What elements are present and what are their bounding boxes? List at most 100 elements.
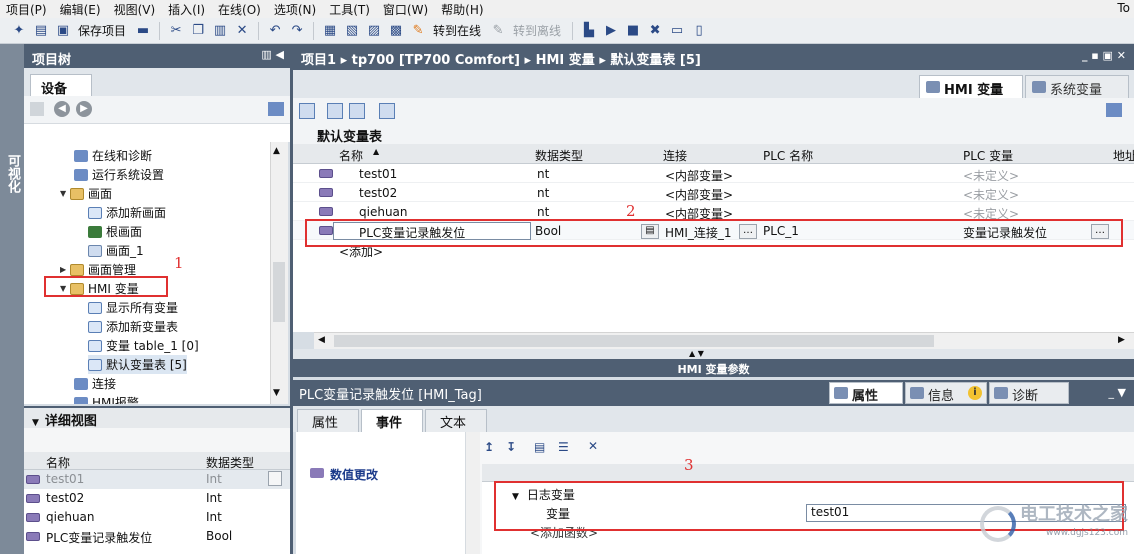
column-address[interactable]: 地址 <box>1113 147 1134 164</box>
tree-item-hmi-alarms[interactable]: HMI报警 <box>74 393 139 404</box>
tree-item-screen-1[interactable]: 画面_1 <box>88 241 144 260</box>
cross-reference-icon[interactable]: ✖ <box>646 22 664 40</box>
properties-icon[interactable] <box>268 471 282 486</box>
insert-function-icon[interactable]: ▤ <box>534 440 545 454</box>
compile-icon[interactable]: ▦ <box>321 22 339 40</box>
window-controls-icon[interactable]: _ ▼ <box>1109 386 1126 399</box>
scroll-left-icon[interactable]: ◀ <box>318 335 325 345</box>
window-controls-icon[interactable]: _ ▪ ▣ ✕ <box>1082 49 1126 62</box>
tree-item-runtime-settings[interactable]: 运行系统设置 <box>74 165 164 184</box>
menu-view[interactable]: 视图(V) <box>114 1 156 18</box>
back-icon[interactable]: ◀ <box>54 101 70 117</box>
collapse-arrow-icon[interactable]: ▼ <box>60 284 70 293</box>
split-vertical-icon[interactable]: ▯ <box>690 22 708 40</box>
simulate-icon[interactable]: ▩ <box>387 22 405 40</box>
download-icon[interactable]: ▧ <box>343 22 361 40</box>
add-item-icon[interactable] <box>30 102 44 116</box>
tab-properties[interactable]: 属性 <box>829 382 903 404</box>
menu-project[interactable]: 项目(P) <box>6 1 47 18</box>
expand-arrow-icon[interactable]: ▶ <box>60 265 70 274</box>
undo-icon[interactable]: ↶ <box>266 22 284 40</box>
tree-item-default-tag-table[interactable]: 默认变量表 [5] <box>88 355 187 374</box>
breadcrumb-project[interactable]: 项目1 <box>301 53 336 68</box>
save-project-button[interactable]: 保存项目 <box>78 22 126 39</box>
column-name[interactable]: 名称 <box>339 147 363 164</box>
menu-edit[interactable]: 编辑(E) <box>60 1 101 18</box>
table-row[interactable]: test02 nt <内部变量> <未定义> <box>293 183 1134 202</box>
menu-window[interactable]: 窗口(W) <box>383 1 428 18</box>
save-icon[interactable]: ▣ <box>54 22 72 40</box>
scroll-up-icon[interactable]: ▲ <box>273 146 280 156</box>
menu-options[interactable]: 选项(N) <box>274 1 316 18</box>
move-up-icon[interactable]: ↥ <box>484 440 494 454</box>
subtab-texts[interactable]: 文本 <box>425 409 487 432</box>
import-icon[interactable] <box>349 103 365 119</box>
add-row[interactable]: <添加> <box>293 240 1134 259</box>
column-name[interactable]: 名称 <box>46 454 70 471</box>
redo-icon[interactable]: ↷ <box>288 22 306 40</box>
breadcrumb-tag-table[interactable]: 默认变量表 [5] <box>610 53 700 68</box>
tab-diagnostics[interactable]: 诊断 <box>989 382 1069 404</box>
start-cpu-icon[interactable]: ▶ <box>602 22 620 40</box>
export-icon[interactable] <box>327 103 343 119</box>
go-offline-icon[interactable]: ✎ <box>489 22 507 40</box>
stop-cpu-icon[interactable]: ■ <box>624 22 642 40</box>
scroll-thumb[interactable] <box>334 335 934 347</box>
function-list-icon[interactable]: ☰ <box>558 440 569 454</box>
menu-insert[interactable]: 插入(I) <box>168 1 205 18</box>
list-item[interactable]: test02 Int <box>24 489 290 508</box>
open-project-icon[interactable]: ▤ <box>32 22 50 40</box>
column-plc-tag[interactable]: PLC 变量 <box>963 147 1013 164</box>
sort-ascending-icon[interactable]: ▲ <box>373 147 379 156</box>
print-icon[interactable]: ▬ <box>134 22 152 40</box>
tree-item-add-tag-table[interactable]: 添加新变量表 <box>88 317 178 336</box>
table-horizontal-scrollbar[interactable]: ◀ ▶ <box>314 332 1134 349</box>
tab-hmi-tags[interactable]: HMI 变量 <box>919 75 1023 98</box>
add-tag-icon[interactable] <box>299 103 315 119</box>
breadcrumb-hmi-tags[interactable]: HMI 变量 <box>536 53 595 68</box>
tree-item-root-screen[interactable]: 根画面 <box>88 222 142 241</box>
event-value-change[interactable]: 数值更改 <box>310 466 378 483</box>
subtab-properties[interactable]: 属性 <box>297 409 359 432</box>
tree-item-hmi-tags[interactable]: ▼ HMI 变量 <box>60 279 139 298</box>
detail-view-header[interactable]: ▼ 详细视图 <box>24 406 290 429</box>
tree-item-tag-table-1[interactable]: 变量 table_1 [0] <box>88 336 199 355</box>
tree-scrollbar[interactable]: ▲ ▼ <box>270 142 288 404</box>
accessible-devices-icon[interactable]: ▙ <box>580 22 598 40</box>
plc-tag-browse-button[interactable]: … <box>1091 224 1109 239</box>
move-down-icon[interactable]: ↧ <box>506 440 516 454</box>
collapse-arrow-icon[interactable]: ▼ <box>60 189 70 198</box>
scroll-right-icon[interactable]: ▶ <box>1118 335 1125 345</box>
column-data-type[interactable]: 数据类型 <box>535 147 583 164</box>
list-item[interactable]: qiehuan Int <box>24 508 290 527</box>
tab-devices[interactable]: 设备 <box>30 74 92 97</box>
tree-item-screens[interactable]: ▼ 画面 <box>60 184 112 203</box>
table-row[interactable]: test01 nt <内部变量> <未定义> <box>293 164 1134 183</box>
tree-item-connections[interactable]: 连接 <box>74 374 116 393</box>
delete-icon[interactable]: ✕ <box>233 22 251 40</box>
column-plc-name[interactable]: PLC 名称 <box>763 147 813 164</box>
split-horizontal-icon[interactable]: ▭ <box>668 22 686 40</box>
menu-help[interactable]: 帮助(H) <box>441 1 483 18</box>
tree-item-online-diagnostics[interactable]: 在线和诊断 <box>74 146 152 165</box>
collapse-panel-icon[interactable]: ▥ ◀ <box>261 48 284 61</box>
tag-parameters-label[interactable]: HMI 变量参数 <box>293 359 1134 377</box>
upload-icon[interactable]: ▨ <box>365 22 383 40</box>
event-list-scrollbar[interactable] <box>466 432 480 554</box>
tree-view-icon[interactable] <box>268 102 284 116</box>
menu-tools[interactable]: 工具(T) <box>329 1 370 18</box>
collapse-arrow-icon[interactable]: ▼ <box>512 492 519 502</box>
list-item[interactable]: PLC变量记录触发位 Bool <box>24 527 290 546</box>
column-connection[interactable]: 连接 <box>663 147 687 164</box>
list-item[interactable]: test01 Int <box>24 470 290 489</box>
tab-info[interactable]: 信息 i <box>905 382 987 404</box>
copy-icon[interactable]: ❐ <box>189 22 207 40</box>
menu-online[interactable]: 在线(O) <box>218 1 261 18</box>
paste-icon[interactable]: ▥ <box>211 22 229 40</box>
tree-item-add-screen[interactable]: 添加新画面 <box>88 203 166 222</box>
go-online-icon[interactable]: ✎ <box>409 22 427 40</box>
go-offline-button[interactable]: 转到离线 <box>513 22 561 39</box>
go-online-button[interactable]: 转到在线 <box>433 22 481 39</box>
collapse-arrow-icon[interactable]: ▼ <box>32 418 39 428</box>
tree-item-show-all-tags[interactable]: 显示所有变量 <box>88 298 178 317</box>
